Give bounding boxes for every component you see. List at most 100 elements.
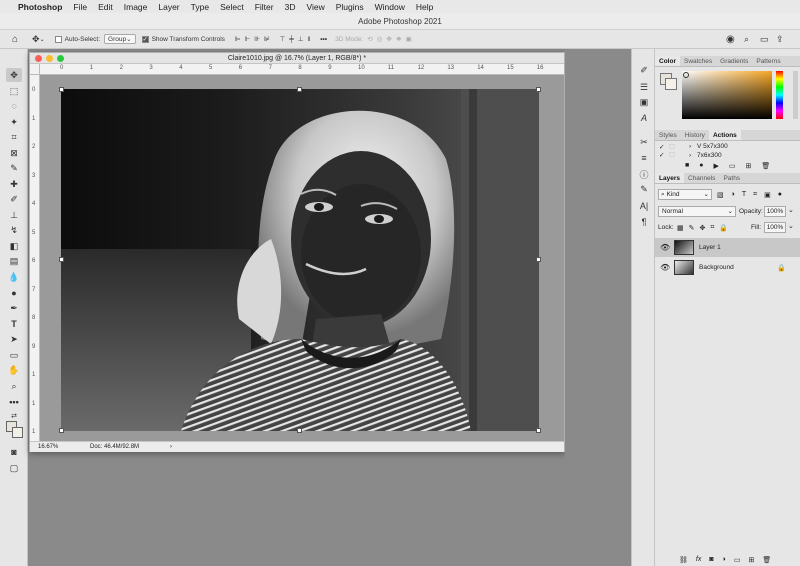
action-row[interactable]: ✓ ☐ › V 5x7x300 [655,141,800,152]
tool-presets-icon[interactable]: ✂ [637,137,651,149]
eyedropper-tool-icon[interactable]: ✎ [6,161,22,175]
status-chevron-icon[interactable]: › [170,442,172,453]
ruler-origin[interactable] [30,64,40,75]
menu-edit[interactable]: Edit [98,2,113,12]
adjustments-icon[interactable]: ☰ [637,82,651,94]
action-expand-icon[interactable]: › [689,152,697,158]
transform-handle-left[interactable] [59,257,64,262]
distribute-h-icon[interactable]: ⊯ [264,32,270,46]
move-tool-icon[interactable]: ✥ ⌄ [32,32,45,46]
hue-slider[interactable] [776,71,783,119]
brush-tool-icon[interactable]: ✐ [6,192,22,206]
action-enabled-check-icon[interactable]: ✓ [659,152,669,158]
fill-input[interactable]: 100% [764,222,786,233]
rectangle-tool-icon[interactable]: ▭ [6,348,22,362]
action-enabled-check-icon[interactable]: ✓ [659,143,669,151]
layer-row-selected[interactable]: 👁 Layer 1 [655,238,800,257]
tab-color[interactable]: Color [655,56,680,66]
user-icon[interactable]: ◉ [726,32,735,46]
play-icon[interactable]: ▶ [713,162,718,170]
type-tool-icon[interactable]: T [6,317,22,331]
menu-image[interactable]: Image [124,2,148,12]
lock-artboard-icon[interactable]: ⌗ [710,224,714,232]
align-bottom-icon[interactable]: ⊥ [298,32,304,46]
color-picker-field[interactable] [682,71,772,119]
tab-styles[interactable]: Styles [655,130,681,140]
screen-mode-icon[interactable]: ▢ [6,461,22,475]
visibility-eye-icon[interactable]: 👁 [660,263,674,272]
menu-filter[interactable]: Filter [255,2,274,12]
color-picker-cursor[interactable] [683,72,689,78]
layer-name[interactable]: Layer 1 [699,244,721,251]
tab-paths[interactable]: Paths [719,173,744,183]
layer-style-icon[interactable]: fx [696,556,701,563]
link-layers-icon[interactable]: ⛓ [679,556,688,564]
paragraph-icon[interactable]: ¶ [637,217,651,229]
dodge-tool-icon[interactable]: ● [6,286,22,300]
menu-layer[interactable]: Layer [158,2,179,12]
lock-transparent-icon[interactable]: ▦ [677,224,684,232]
align-vcenter-icon[interactable]: ╪ [289,32,294,46]
menu-type[interactable]: Type [191,2,209,12]
align-top-icon[interactable]: ⊤ [280,32,286,46]
document-image[interactable] [61,89,539,431]
filter-pixel-icon[interactable]: ▧ [717,191,724,199]
quick-mask-icon[interactable]: ◙ [6,445,22,459]
filter-smart-object-icon[interactable]: ▣ [764,191,771,199]
tab-patterns[interactable]: Patterns [752,56,784,66]
path-selection-tool-icon[interactable]: ➤ [6,332,22,346]
layer-mask-icon[interactable]: ◙ [709,556,713,563]
filter-toggle-icon[interactable]: ● [778,191,782,198]
healing-brush-tool-icon[interactable]: ✚ [6,177,22,191]
clone-stamp-tool-icon[interactable]: ⊥ [6,208,22,222]
properties-icon[interactable]: ≡ [637,153,651,165]
brushes-icon[interactable]: ✎ [637,184,651,196]
opacity-dropdown-icon[interactable]: ⌄ [788,206,794,214]
brush-settings-icon[interactable]: ✐ [637,65,651,77]
gradient-tool-icon[interactable]: ▤ [6,254,22,268]
layer-comps-icon[interactable]: ▣ [637,97,651,109]
blend-mode-dropdown[interactable]: Normal ⌄ [658,206,736,217]
share-icon[interactable]: ⇪ [776,32,784,46]
new-group-icon[interactable]: ▭ [734,556,741,564]
character-icon[interactable]: A| [637,201,651,213]
transform-handle-bottom-right[interactable] [536,428,541,433]
transform-handle-top-left[interactable] [59,87,64,92]
transform-handle-top-right[interactable] [536,87,541,92]
menu-select[interactable]: Select [220,2,244,12]
tab-actions[interactable]: Actions [708,130,741,140]
show-transform-checkbox[interactable]: ✓ Show Transform Controls [141,32,225,46]
action-row[interactable]: ✓ ☐ › 7x6x300 [655,152,800,158]
tab-gradients[interactable]: Gradients [716,56,752,66]
transform-handle-top[interactable] [297,87,302,92]
transform-handle-bottom[interactable] [297,428,302,433]
menu-3d[interactable]: 3D [285,2,296,12]
layer-name[interactable]: Background [699,264,734,271]
auto-select-checkbox[interactable]: Auto-Select: [54,32,100,46]
horizontal-ruler[interactable]: 0 1 2 3 4 5 6 7 8 9 10 11 12 13 14 15 16 [40,64,564,75]
more-options-icon[interactable]: ••• [320,32,327,46]
crop-tool-icon[interactable]: ⌗ [6,130,22,144]
tab-swatches[interactable]: Swatches [680,56,716,66]
lock-all-icon[interactable]: 🔒 [719,224,728,232]
home-icon[interactable]: ⌂ [12,32,18,46]
document-size[interactable]: Doc: 46.4M/92.8M [90,442,139,453]
canvas-area[interactable] [40,75,564,441]
menu-view[interactable]: View [306,2,324,12]
transform-handle-bottom-left[interactable] [59,428,64,433]
hand-tool-icon[interactable]: ✋ [6,363,22,377]
search-icon[interactable]: ⌕ [744,32,749,46]
new-set-icon[interactable]: ▭ [729,162,736,170]
document-title-bar[interactable]: Claire1010.jpg @ 16.7% (Layer 1, RGB/8*)… [30,53,564,64]
panel-background-swatch[interactable] [665,78,677,90]
move-tool-icon[interactable]: ✥ [6,68,22,82]
zoom-window-icon[interactable] [57,55,64,62]
minimize-window-icon[interactable] [46,55,53,62]
lock-position-icon[interactable]: ✥ [700,224,706,232]
info-icon[interactable]: ⓘ [637,168,651,180]
vertical-ruler[interactable]: 0 1 2 3 4 5 6 7 8 9 1 1 1 [30,75,40,441]
lock-image-icon[interactable]: ✎ [689,224,695,232]
fill-dropdown-icon[interactable]: ⌄ [788,222,794,230]
action-dialog-toggle-icon[interactable]: ☐ [669,143,689,151]
color-panel-scrollbar[interactable] [793,71,798,119]
